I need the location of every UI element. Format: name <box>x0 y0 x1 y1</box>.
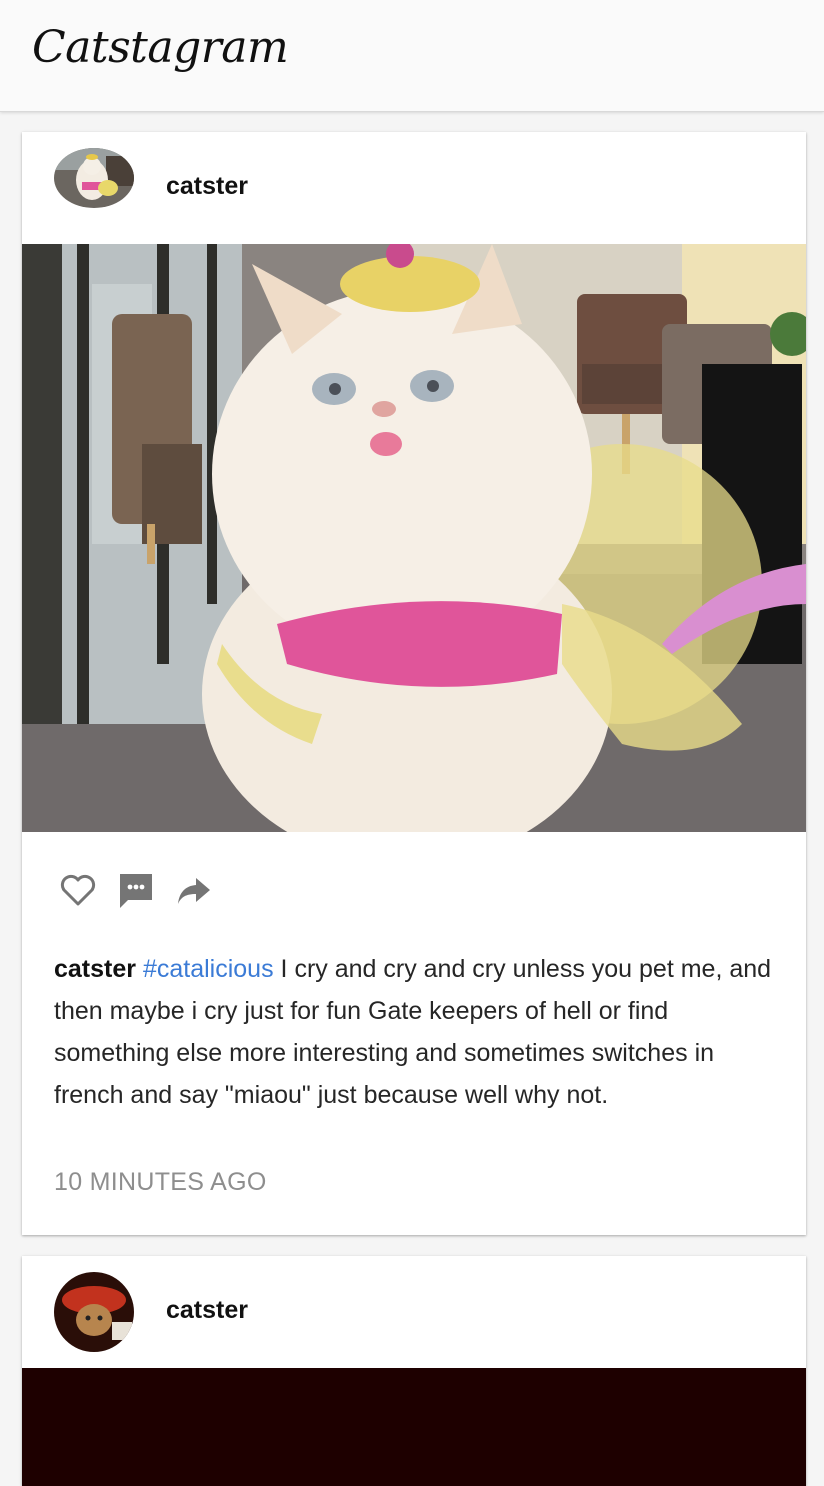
avatar[interactable] <box>54 148 134 208</box>
app-logo[interactable]: Catstagram <box>32 22 289 73</box>
caption-username[interactable]: catster <box>54 955 136 983</box>
avatar-image <box>54 148 134 208</box>
post-timestamp: 10 MINUTES AGO <box>54 1168 267 1196</box>
post-username[interactable]: catster <box>166 1296 248 1325</box>
feed: catster catster #catalicious I cry and c… <box>0 112 824 1486</box>
post-header: catster <box>22 1256 806 1368</box>
post-card: catster <box>22 132 806 1235</box>
post-username[interactable]: catster <box>166 172 248 201</box>
post-card: catster <box>22 1256 806 1486</box>
share-icon[interactable] <box>174 870 214 910</box>
comment-icon[interactable] <box>116 870 156 910</box>
post-actions <box>58 870 258 910</box>
avatar-image <box>54 1272 134 1352</box>
caption-hashtag[interactable]: #catalicious <box>143 955 274 983</box>
heart-icon[interactable] <box>58 870 98 910</box>
post-caption: catster #catalicious I cry and cry and c… <box>54 948 774 1116</box>
post-image[interactable] <box>22 1368 806 1486</box>
post-image[interactable] <box>22 240 806 864</box>
cat-photo <box>22 240 806 864</box>
post-header: catster <box>22 132 806 244</box>
top-bar: Catstagram <box>0 0 824 112</box>
avatar[interactable] <box>54 1272 134 1352</box>
